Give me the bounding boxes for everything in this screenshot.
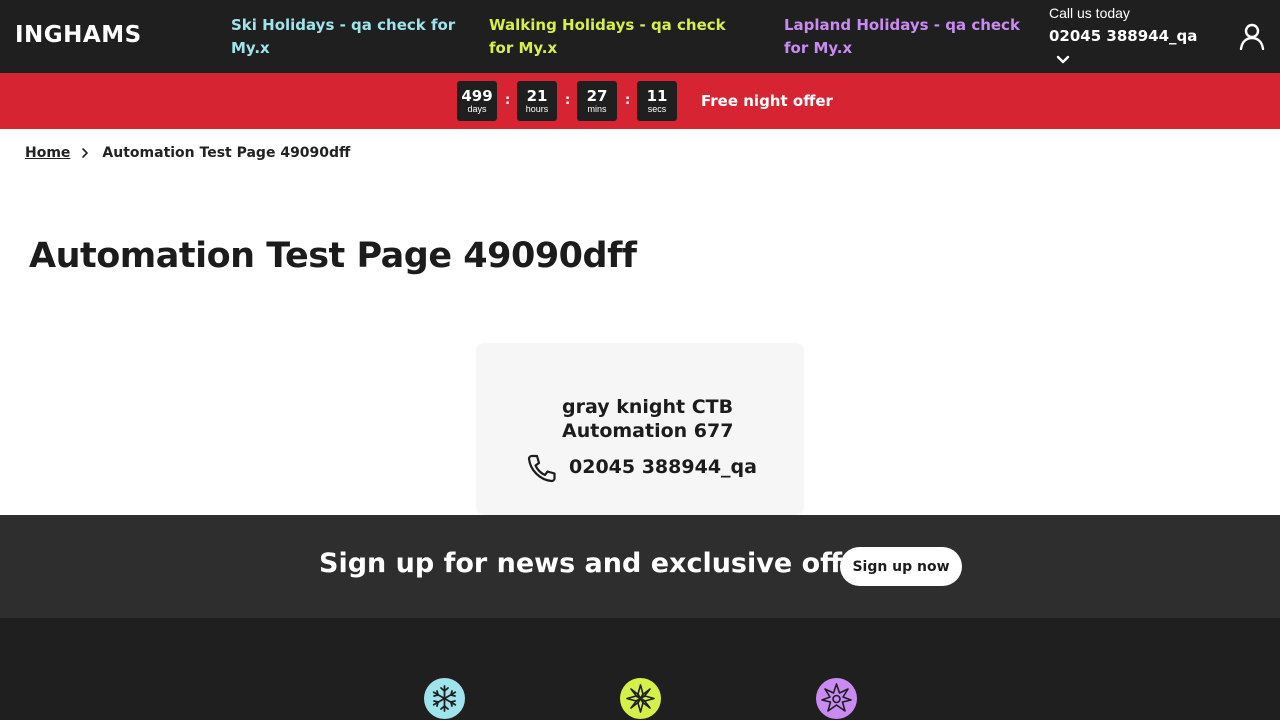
countdown-hours-value: 21: [526, 87, 548, 105]
star-icon[interactable]: [816, 678, 857, 719]
chevron-down-icon[interactable]: [1055, 52, 1071, 66]
snowflake-icon[interactable]: [424, 678, 465, 719]
user-icon[interactable]: [1238, 22, 1266, 51]
countdown-mins-value: 27: [586, 87, 608, 105]
contact-card: gray knight CTB Automation 677 02045 388…: [476, 343, 804, 515]
inghams-logo[interactable]: INGHAMS: [15, 22, 142, 48]
countdown-days-value: 499: [461, 87, 493, 105]
promo-countdown-bar: 499 days : 21 hours : 27 mins : 11 secs …: [0, 73, 1280, 129]
call-us-number[interactable]: 02045 388944_qa: [1049, 27, 1197, 45]
countdown-separator: :: [565, 93, 571, 108]
site-header: INGHAMS Ski Holidays - qa check for My.x…: [0, 0, 1280, 73]
countdown-separator: :: [505, 93, 511, 108]
contact-name: gray knight CTB Automation 677: [562, 396, 734, 442]
flower-icon[interactable]: [620, 678, 661, 719]
countdown-separator: :: [625, 93, 631, 108]
phone-icon: [526, 453, 558, 483]
countdown-mins-unit: mins: [587, 104, 607, 114]
nav-ski-holidays[interactable]: Ski Holidays - qa check for My.x: [231, 14, 471, 60]
free-night-offer-link[interactable]: Free night offer: [701, 92, 833, 110]
countdown-secs-value: 11: [646, 87, 668, 105]
chevron-right-icon: [80, 147, 90, 159]
contact-phone-link[interactable]: 02045 388944_qa: [569, 456, 757, 478]
newsletter-signup-strip: Sign up for news and exclusive offers Si…: [0, 515, 1280, 618]
breadcrumb-home-link[interactable]: Home: [25, 145, 70, 161]
site-footer: [0, 618, 1280, 720]
nav-lapland-holidays[interactable]: Lapland Holidays - qa check for My.x: [784, 14, 1024, 60]
page-title: Automation Test Page 49090dff: [29, 236, 637, 276]
sign-up-now-button[interactable]: Sign up now: [840, 547, 962, 586]
countdown-mins: 27 mins: [577, 81, 617, 121]
breadcrumb: Home Automation Test Page 49090dff: [25, 145, 350, 161]
call-us-label: Call us today: [1049, 5, 1130, 21]
breadcrumb-current: Automation Test Page 49090dff: [102, 145, 351, 161]
countdown-hours-unit: hours: [525, 104, 549, 114]
countdown-secs: 11 secs: [637, 81, 677, 121]
countdown-hours: 21 hours: [517, 81, 557, 121]
countdown-days-unit: days: [467, 104, 487, 114]
nav-walking-holidays[interactable]: Walking Holidays - qa check for My.x: [489, 14, 729, 60]
countdown-days: 499 days: [457, 81, 497, 121]
countdown-secs-unit: secs: [647, 104, 667, 114]
signup-heading: Sign up for news and exclusive offers: [319, 548, 890, 579]
